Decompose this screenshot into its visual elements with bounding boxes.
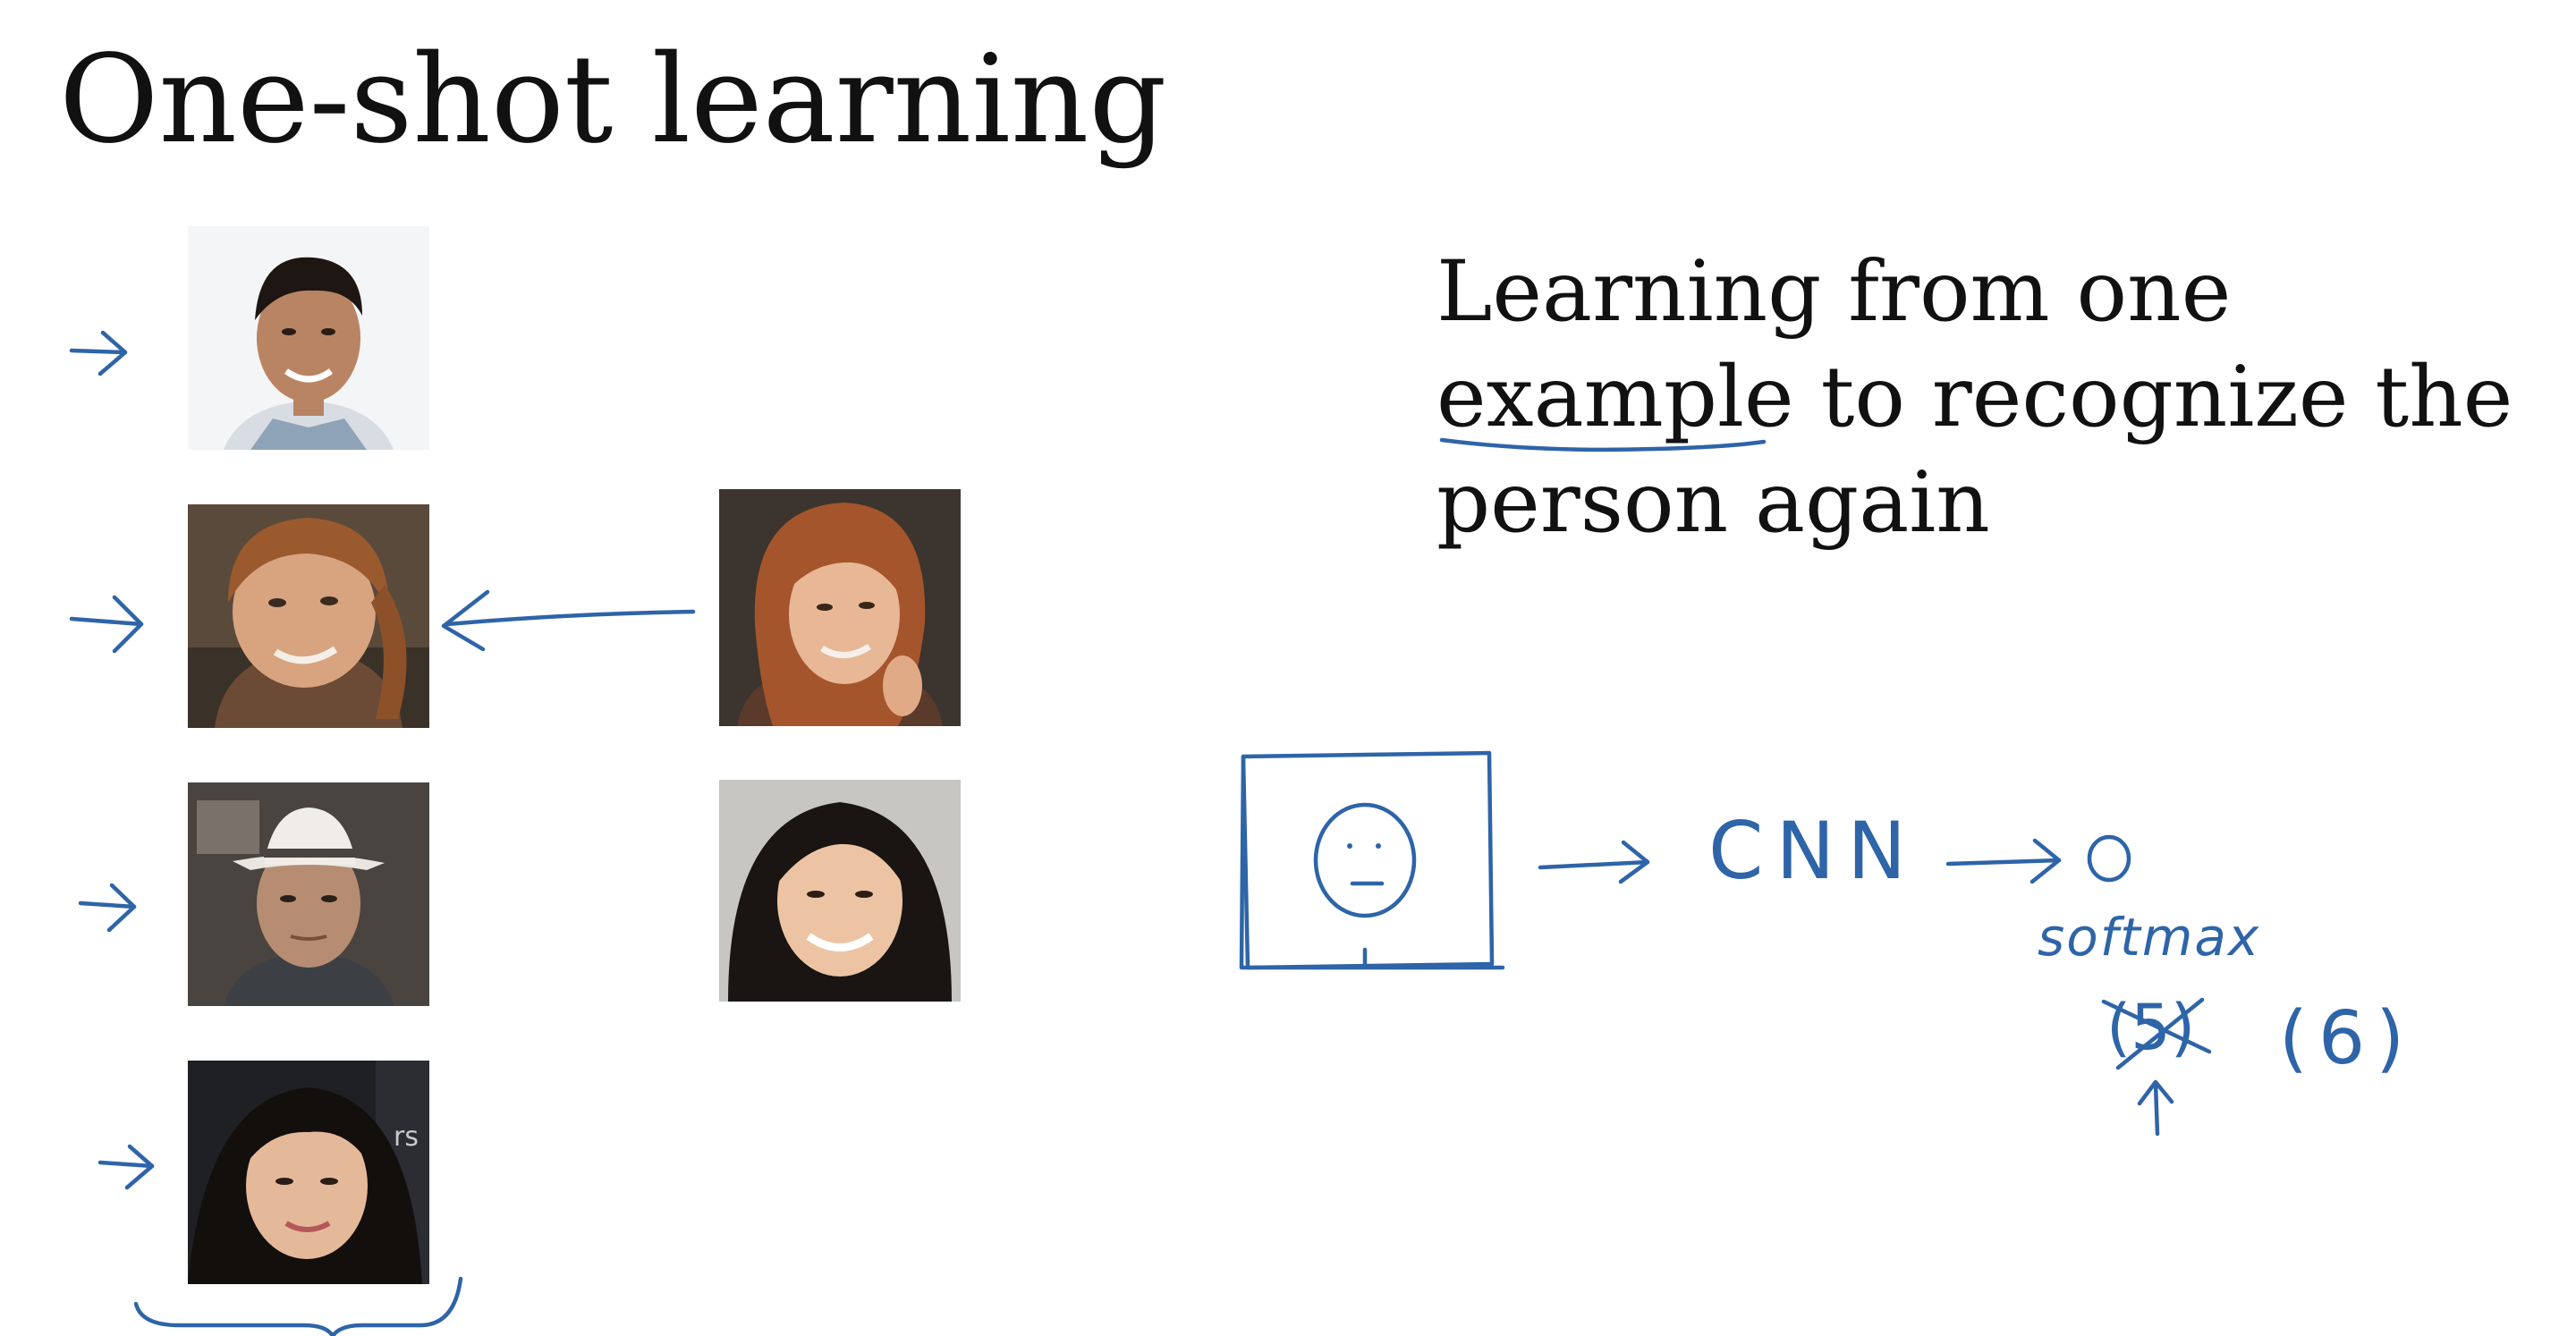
cnn-label: CNN <box>1708 805 1919 897</box>
arrow-to-output-icon <box>1945 838 2062 884</box>
query-face-photo <box>719 489 961 726</box>
face-photo-1 <box>188 226 429 450</box>
crossed-out-label: (5) <box>2106 991 2196 1064</box>
arrow-icon-1 <box>69 330 128 376</box>
arrow-icon-2 <box>69 595 144 654</box>
input-image-sketch <box>1239 750 1505 970</box>
up-arrow-icon <box>2137 1079 2174 1137</box>
face-photo-4: rs <box>188 1061 429 1284</box>
match-arrow-icon <box>441 589 696 652</box>
softmax-label: softmax <box>2038 907 2261 968</box>
face-sketch-icon <box>1313 802 1417 918</box>
other-face-photo <box>719 780 961 1002</box>
brace-icon <box>133 1276 463 1336</box>
face-photo-3 <box>188 782 429 1006</box>
arrow-icon-3 <box>78 883 137 933</box>
definition-line-3: person again <box>1436 454 1990 552</box>
svg-text:rs: rs <box>394 1121 419 1153</box>
arrow-to-cnn-icon <box>1538 840 1650 884</box>
arrow-icon-4 <box>97 1144 155 1190</box>
definition-text: Learning from one example to recognize t… <box>1436 240 2513 556</box>
output-count-label: (6) <box>2279 996 2416 1081</box>
definition-line-2: example to recognize the <box>1436 349 2513 446</box>
face-photo-2 <box>188 504 429 728</box>
output-node-icon <box>2087 834 2131 883</box>
definition-line-1: Learning from one <box>1436 243 2232 341</box>
slide-title: One-shot learning <box>59 30 1167 171</box>
